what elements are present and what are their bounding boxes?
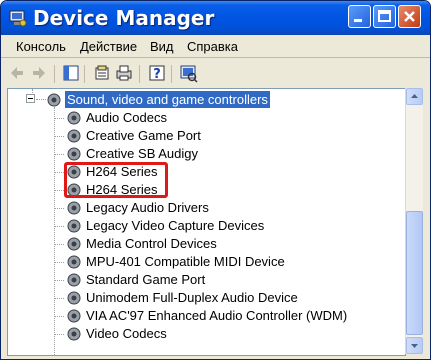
toolbar-separator (54, 65, 55, 83)
arrow-up-icon (411, 94, 418, 98)
device-tree[interactable]: Sound, video and game controllers Audio … (7, 88, 406, 356)
tree-line (54, 208, 64, 209)
tree-line (54, 262, 64, 263)
properties-icon[interactable] (92, 63, 112, 83)
device-label: Media Control Devices (86, 236, 217, 251)
scroll-up-button[interactable] (406, 88, 423, 105)
menu-action[interactable]: Действие (80, 39, 137, 54)
device-label: VIA AC'97 Enhanced Audio Controller (WDM… (86, 308, 348, 323)
device-item[interactable]: Audio Codecs (8, 109, 308, 127)
device-item[interactable]: MPU-401 Compatible MIDI Device (8, 253, 308, 271)
device-label: MPU-401 Compatible MIDI Device (86, 254, 285, 269)
scroll-thumb[interactable] (406, 211, 423, 335)
collapse-toggle[interactable] (26, 94, 35, 103)
tree-line (54, 172, 64, 173)
back-icon[interactable] (7, 63, 27, 83)
speaker-icon (67, 309, 81, 323)
device-label: Creative SB Audigy (86, 146, 199, 161)
device-item[interactable]: Standard Game Port (8, 271, 308, 289)
speaker-icon (67, 219, 81, 233)
device-label: Unimodem Full-Duplex Audio Device (86, 290, 298, 305)
tree-line (54, 136, 64, 137)
close-icon (404, 11, 415, 22)
red-highlight-annotation (64, 162, 168, 198)
speaker-icon (67, 291, 81, 305)
minimize-icon (354, 19, 362, 22)
speaker-icon (47, 93, 61, 107)
device-manager-icon (9, 10, 27, 27)
device-item[interactable]: Media Control Devices (8, 235, 308, 253)
menu-help[interactable]: Справка (187, 39, 238, 54)
speaker-icon (67, 201, 81, 215)
menu-view[interactable]: Вид (150, 39, 174, 54)
device-manager-window: Device Manager Консоль Действие Вид Спра… (0, 0, 431, 360)
tree-line (54, 280, 64, 281)
speaker-icon (67, 255, 81, 269)
tree-line (54, 118, 64, 119)
device-label: Legacy Video Capture Devices (86, 218, 265, 233)
device-item[interactable]: VIA AC'97 Enhanced Audio Controller (WDM… (8, 307, 398, 325)
speaker-icon (67, 273, 81, 287)
help-icon[interactable]: ? (147, 63, 167, 83)
speaker-icon (67, 237, 81, 251)
speaker-icon (67, 111, 81, 125)
arrow-down-icon (411, 344, 418, 348)
tree-line (54, 190, 64, 191)
toolbar-separator (139, 65, 140, 83)
tree-line (54, 244, 64, 245)
device-item[interactable]: Legacy Audio Drivers (8, 199, 308, 217)
forward-icon[interactable] (29, 63, 49, 83)
minimize-button[interactable] (348, 5, 371, 28)
device-label: Creative Game Port (86, 128, 201, 143)
menu-console[interactable]: Консоль (16, 39, 66, 54)
device-label: Legacy Audio Drivers (86, 200, 209, 215)
tree-line (54, 334, 64, 335)
tree-line (54, 316, 64, 317)
speaker-icon (67, 327, 81, 341)
device-item[interactable]: Video Codecs (8, 325, 308, 343)
tree-line (54, 154, 64, 155)
show-hide-tree-icon[interactable] (61, 63, 81, 83)
toolbar-separator (84, 65, 85, 83)
vertical-scrollbar[interactable] (405, 88, 423, 354)
menu-bar: Консоль Действие Вид Справка (1, 35, 430, 57)
scan-hardware-icon[interactable] (178, 63, 198, 83)
scroll-down-button[interactable] (406, 337, 423, 354)
maximize-button[interactable] (373, 5, 396, 28)
device-label: Standard Game Port (86, 272, 206, 287)
device-item[interactable]: Creative SB Audigy (8, 145, 308, 163)
toolbar-separator (171, 65, 172, 83)
speaker-icon (67, 147, 81, 161)
device-item[interactable]: Legacy Video Capture Devices (8, 217, 308, 235)
device-item[interactable]: Creative Game Port (8, 127, 308, 145)
title-bar[interactable]: Device Manager (1, 1, 430, 35)
device-item[interactable]: Unimodem Full-Duplex Audio Device (8, 289, 348, 307)
close-button[interactable] (398, 5, 421, 28)
tree-line (54, 226, 64, 227)
tree-line (54, 298, 64, 299)
category-label: Sound, video and game controllers (65, 91, 270, 108)
device-label: Audio Codecs (86, 110, 167, 125)
category-sound-video-game[interactable]: Sound, video and game controllers (8, 91, 308, 109)
menu-separator (1, 57, 430, 58)
maximize-icon (378, 10, 391, 22)
toolbar: ? (1, 59, 430, 87)
svg-text:?: ? (153, 67, 161, 82)
speaker-icon (67, 129, 81, 143)
window-title: Device Manager (33, 6, 215, 30)
device-label: Video Codecs (86, 326, 167, 341)
print-icon[interactable] (114, 63, 134, 83)
